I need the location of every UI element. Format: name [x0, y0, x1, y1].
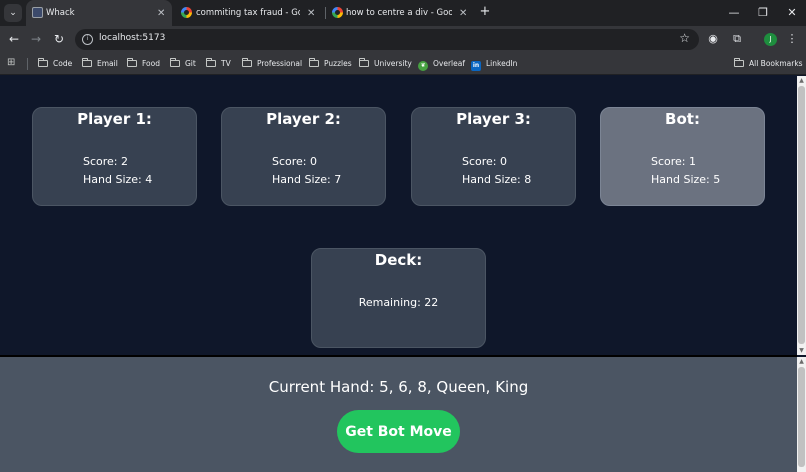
player-title: Player 3:: [456, 110, 531, 128]
tab-title: commiting tax fraud - Google S: [196, 8, 300, 18]
bookmark-separator: [27, 58, 28, 70]
browser-toolbar: ← → ↻ i localhost:5173 ☆ ◉ ⧉ ⋮: [0, 26, 806, 53]
close-window-icon[interactable]: ✕: [778, 0, 806, 26]
folder-icon: [38, 58, 48, 67]
bookmark-professional[interactable]: Professional: [242, 57, 302, 71]
bot-score: Score: 1: [651, 155, 697, 168]
player-2-card: Player 2: Score: 0 Hand Size: 7: [221, 107, 386, 206]
restore-icon[interactable]: ❐: [749, 0, 777, 26]
bookmark-star-icon[interactable]: ☆: [679, 31, 690, 45]
address-bar[interactable]: i localhost:5173 ☆: [75, 29, 699, 50]
hand-panel: Current Hand: 5, 6, 8, Queen, King Get B…: [0, 357, 797, 472]
bookmark-code[interactable]: Code: [38, 57, 72, 71]
bookmark-puzzles[interactable]: Puzzles: [309, 57, 352, 71]
folder-icon: [359, 58, 369, 67]
whack-favicon-icon: [32, 7, 43, 18]
deck-remaining: Remaining: 22: [358, 296, 439, 309]
deck-card: Deck: Remaining: 22: [311, 248, 486, 348]
player-title: Player 2:: [266, 110, 341, 128]
bookmarks-bar: Code Email Food Git TV Professional Puzz…: [0, 53, 806, 75]
scroll-up-arrow-icon[interactable]: ▲: [797, 76, 806, 85]
tab-whack[interactable]: Whack ✕: [26, 0, 172, 26]
tab-centre-div-search[interactable]: how to centre a div - Google Se ✕: [328, 0, 474, 26]
google-favicon-icon: [332, 7, 343, 18]
player-score: Score: 0: [272, 155, 318, 168]
scroll-up-arrow-icon[interactable]: ▲: [797, 357, 806, 366]
forward-arrow-icon[interactable]: →: [27, 30, 45, 48]
player-1-card: Player 1: Score: 2 Hand Size: 4: [32, 107, 197, 206]
hand-scrollbar[interactable]: ▲: [797, 357, 806, 472]
game-board: Player 1: Score: 2 Hand Size: 4 Player 2…: [0, 76, 797, 355]
folder-icon: [206, 58, 216, 67]
close-tab-icon[interactable]: ✕: [157, 8, 165, 19]
tab-title: Whack: [46, 8, 75, 18]
bookmark-tv[interactable]: TV: [206, 57, 231, 71]
folder-icon: [170, 58, 180, 67]
extensions-puzzle-icon[interactable]: ⧉: [729, 31, 745, 47]
scroll-thumb[interactable]: [798, 367, 805, 467]
new-tab-plus-icon[interactable]: +: [477, 3, 493, 21]
folder-icon: [309, 58, 319, 67]
player-hand-size: Hand Size: 8: [462, 173, 532, 186]
linkedin-icon: in: [471, 61, 481, 71]
bot-title: Bot:: [665, 110, 700, 128]
scroll-thumb[interactable]: [798, 86, 805, 344]
scroll-down-arrow-icon[interactable]: ▼: [797, 346, 806, 355]
reload-icon[interactable]: ↻: [50, 30, 68, 48]
folder-icon: [82, 58, 92, 67]
apps-grid-icon[interactable]: ⊞: [7, 57, 18, 68]
back-arrow-icon[interactable]: ←: [5, 30, 23, 48]
player-score: Score: 0: [462, 155, 508, 168]
bookmark-overleaf[interactable]: ❦ Overleaf: [418, 57, 465, 71]
bookmark-food[interactable]: Food: [127, 57, 160, 71]
deck-title: Deck:: [374, 251, 423, 269]
player-hand-size: Hand Size: 7: [272, 173, 342, 186]
player-3-card: Player 3: Score: 0 Hand Size: 8: [411, 107, 576, 206]
bot-hand-size: Hand Size: 5: [651, 173, 721, 186]
current-hand-text: Current Hand: 5, 6, 8, Queen, King: [268, 378, 529, 396]
folder-icon: [127, 58, 137, 67]
google-favicon-icon: [181, 7, 192, 18]
site-info-icon[interactable]: i: [82, 34, 93, 45]
profile-avatar[interactable]: J: [764, 33, 777, 46]
game-scrollbar[interactable]: ▲ ▼: [797, 76, 806, 355]
bookmark-linkedin[interactable]: in LinkedIn: [471, 57, 517, 71]
tab-title: how to centre a div - Google Se: [346, 8, 452, 18]
bookmark-all-bookmarks[interactable]: All Bookmarks: [734, 57, 803, 71]
folder-icon: [242, 58, 252, 67]
tab-strip: ⌄ Whack ✕ commiting tax fraud - Google S…: [0, 0, 806, 26]
player-hand-size: Hand Size: 4: [83, 173, 153, 186]
url-text[interactable]: localhost:5173: [99, 33, 165, 43]
player-score: Score: 2: [83, 155, 129, 168]
tab-search-chevron-icon[interactable]: ⌄: [4, 4, 22, 22]
player-title: Player 1:: [77, 110, 152, 128]
close-tab-icon[interactable]: ✕: [459, 8, 467, 19]
browser-menu-icon[interactable]: ⋮: [784, 31, 800, 47]
bookmark-git[interactable]: Git: [170, 57, 196, 71]
tab-separator: [325, 7, 326, 19]
extension-cookie-icon[interactable]: ◉: [705, 31, 721, 47]
minimize-icon[interactable]: —: [720, 0, 748, 26]
bookmark-email[interactable]: Email: [82, 57, 118, 71]
bookmark-university[interactable]: University: [359, 57, 412, 71]
get-bot-move-button[interactable]: Get Bot Move: [337, 410, 460, 453]
bot-card: Bot: Score: 1 Hand Size: 5: [600, 107, 765, 206]
close-tab-icon[interactable]: ✕: [307, 8, 315, 19]
tab-tax-fraud-search[interactable]: commiting tax fraud - Google S ✕: [176, 0, 322, 26]
overleaf-leaf-icon: ❦: [418, 61, 428, 71]
folder-icon: [734, 58, 744, 67]
